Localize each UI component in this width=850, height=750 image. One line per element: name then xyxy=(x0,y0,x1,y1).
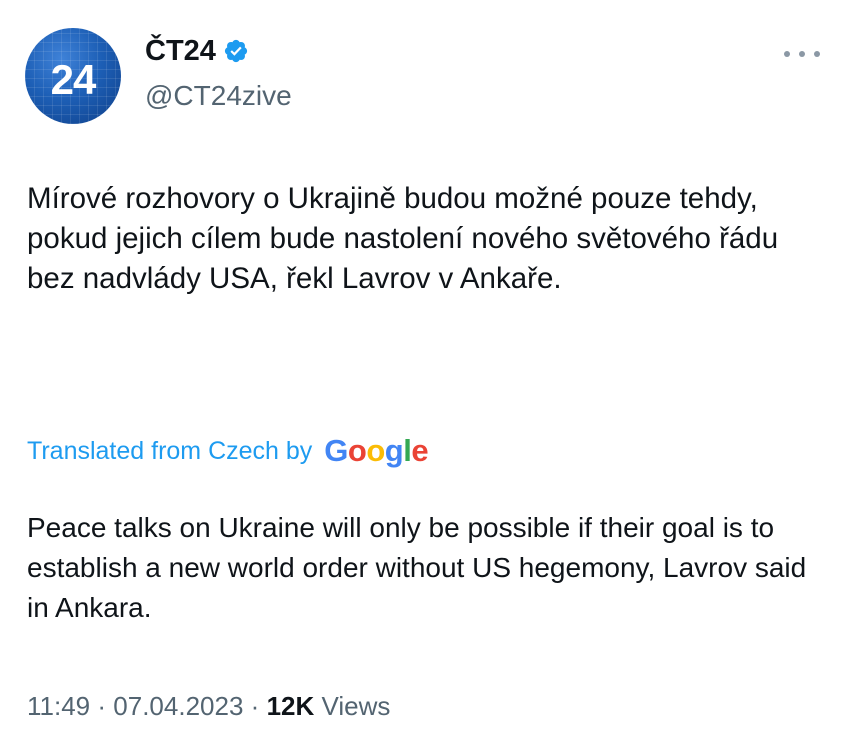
more-dot xyxy=(799,51,805,57)
tweet-date[interactable]: 07.04.2023 xyxy=(113,691,243,721)
google-letter: o xyxy=(366,433,385,468)
author-name-row: ČT24 xyxy=(145,34,249,68)
tweet-text: Mírové rozhovory o Ukrajině budou možné … xyxy=(27,182,779,295)
google-letter: G xyxy=(324,433,348,468)
tweet-time[interactable]: 11:49 xyxy=(27,691,90,721)
views-label: Views xyxy=(321,691,391,721)
verified-badge-icon xyxy=(224,39,248,63)
google-logo: Google xyxy=(324,434,428,468)
display-name[interactable]: ČT24 xyxy=(145,34,216,68)
translated-text: Peace talks on Ukraine will only be poss… xyxy=(27,512,807,623)
translation-attribution: Translated from Czech by Google xyxy=(27,434,429,468)
meta-separator: · xyxy=(250,691,260,721)
more-dot xyxy=(784,51,790,57)
meta-separator: · xyxy=(97,691,107,721)
avatar[interactable]: 24 xyxy=(25,28,121,124)
google-letter: e xyxy=(411,433,429,468)
avatar-logo-text: 24 xyxy=(50,56,97,103)
more-dot xyxy=(814,51,820,57)
tweet-meta: 11:49 · 07.04.2023 · 12K Views xyxy=(27,688,390,724)
google-letter: o xyxy=(347,433,367,468)
account-handle[interactable]: @CT24zive xyxy=(145,79,292,113)
views-count[interactable]: 12K xyxy=(267,691,315,721)
google-letter: g xyxy=(384,433,404,468)
more-options-icon[interactable] xyxy=(784,46,820,62)
translated-from-label[interactable]: Translated from Czech by xyxy=(27,434,312,468)
